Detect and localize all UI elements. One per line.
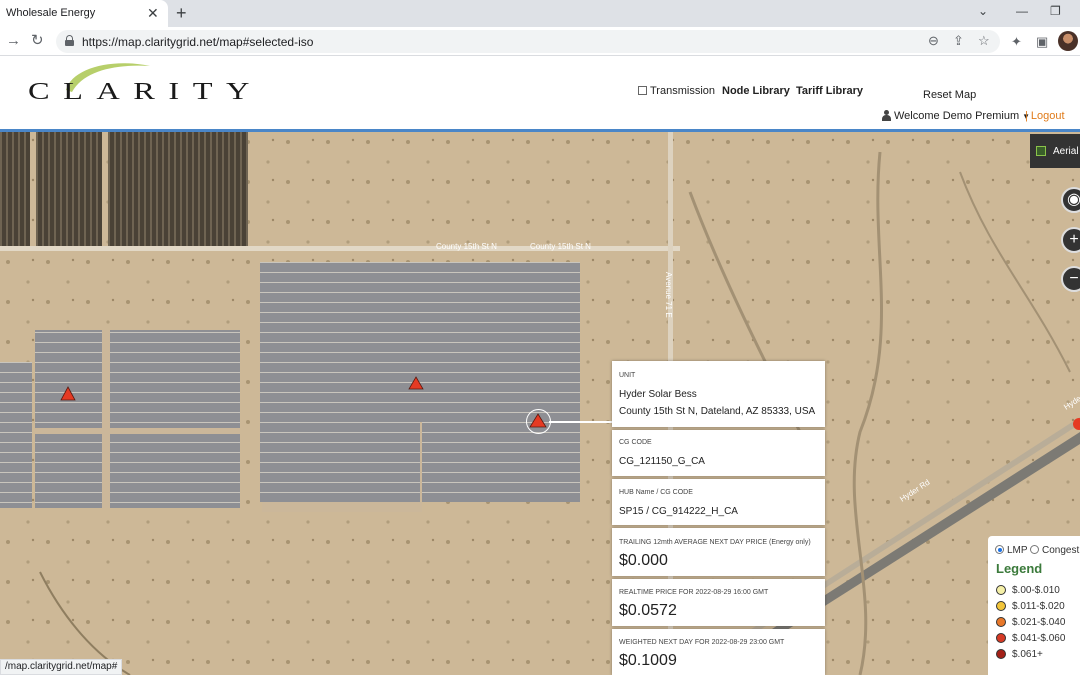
minus-icon: − xyxy=(1069,270,1079,287)
hub-label: HUB Name / CG CODE xyxy=(619,489,693,496)
browser-tab-bar: Wholesale Energy ✕ + ⌄ — ❐ xyxy=(0,0,1080,27)
trailing-price-card: TRAILING 12mth AVERAGE NEXT DAY PRICE (E… xyxy=(612,528,825,576)
legend-title: Legend xyxy=(996,561,1043,576)
weighted-price-card: WEIGHTED NEXT DAY FOR 2022-08-29 23:00 G… xyxy=(612,629,825,675)
clarity-logo[interactable]: CLARITY xyxy=(28,79,263,106)
aerial-toggle[interactable]: Aerial xyxy=(1030,134,1080,168)
url-text[interactable]: https://map.claritygrid.net/map#selected… xyxy=(82,35,313,49)
trailing-price-value: $0.000 xyxy=(619,552,668,569)
aerial-icon xyxy=(1036,146,1046,156)
unit-name: Hyder Solar Bess xyxy=(619,389,697,400)
legend-item-label: $.021-$.040 xyxy=(1012,617,1066,628)
extensions-icon[interactable]: ✦ xyxy=(1011,34,1022,50)
lmp-radio[interactable] xyxy=(995,545,1004,554)
browser-tab[interactable]: Wholesale Energy ✕ xyxy=(0,0,168,27)
close-tab-icon[interactable]: ✕ xyxy=(147,4,159,22)
transmission-checkbox[interactable] xyxy=(638,86,647,95)
road-label: County 15th St N xyxy=(436,242,497,251)
sidepanel-icon[interactable]: ▣ xyxy=(1036,34,1048,50)
user-menu[interactable]: Welcome Demo Premium ▼ xyxy=(894,110,1030,122)
map-canvas[interactable]: County 15th St N County 15th St N Avenue… xyxy=(0,132,1080,675)
congestion-radio[interactable] xyxy=(1030,545,1039,554)
omnibox[interactable]: https://map.claritygrid.net/map#selected… xyxy=(56,30,1000,53)
legend-item-label: $.011-$.020 xyxy=(1012,601,1065,612)
realtime-price-value: $0.0572 xyxy=(619,602,677,619)
cg-code-label: CG CODE xyxy=(619,439,652,446)
back-icon[interactable]: → xyxy=(6,32,21,50)
transmission-label[interactable]: Transmission xyxy=(650,85,715,97)
legend-item-label: $.041-$.060 xyxy=(1012,633,1066,644)
zoom-out-button[interactable]: − xyxy=(1061,266,1080,292)
congestion-label[interactable]: Congest xyxy=(1042,545,1079,556)
welcome-text: Welcome Demo Premium xyxy=(894,110,1020,122)
tab-title: Wholesale Energy xyxy=(6,7,96,19)
legend-item-label: $.061+ xyxy=(1012,649,1043,660)
legend-swatch xyxy=(996,585,1006,595)
weighted-price-value: $0.1009 xyxy=(619,652,677,669)
locate-button[interactable]: ◉ xyxy=(1061,187,1080,213)
profile-avatar[interactable] xyxy=(1058,31,1078,51)
node-library-link[interactable]: Node Library xyxy=(722,85,790,97)
cg-code-card: CG CODE CG_121150_G_CA xyxy=(612,430,825,476)
zoom-icon[interactable]: ⊖ xyxy=(928,33,939,49)
aerial-label: Aerial xyxy=(1053,146,1079,157)
legend-swatch xyxy=(996,617,1006,627)
star-icon[interactable]: ☆ xyxy=(978,33,990,49)
plus-icon: + xyxy=(1069,231,1079,248)
road-label: County 15th St N xyxy=(530,242,591,251)
reset-map-button[interactable]: Reset Map xyxy=(923,89,976,101)
logout-link[interactable]: | Logout xyxy=(1025,110,1065,122)
trailing-price-label: TRAILING 12mth AVERAGE NEXT DAY PRICE (E… xyxy=(619,539,811,546)
road-label: Avenue 71 E xyxy=(664,272,673,318)
legend-swatch xyxy=(996,601,1006,611)
address-toolbar: → ↻ https://map.claritygrid.net/map#sele… xyxy=(0,27,1080,56)
reload-icon[interactable]: ↻ xyxy=(31,32,44,50)
locate-icon: ◉ xyxy=(1067,191,1080,208)
lmp-label[interactable]: LMP xyxy=(1007,545,1028,556)
hub-value: SP15 / CG_914222_H_CA xyxy=(619,506,738,517)
panel-connector xyxy=(549,421,612,423)
unit-label: UNIT xyxy=(619,372,636,379)
status-bar-url: /map.claritygrid.net/map# xyxy=(0,659,123,675)
selected-node-ring xyxy=(526,409,551,434)
lock-icon[interactable] xyxy=(65,35,74,46)
zoom-in-button[interactable]: + xyxy=(1061,227,1080,253)
logout-label[interactable]: Logout xyxy=(1031,110,1065,122)
tariff-library-link[interactable]: Tariff Library xyxy=(796,85,863,97)
tab-search-icon[interactable]: ⌄ xyxy=(978,4,988,18)
legend-item-label: $.00-$.010 xyxy=(1012,585,1060,596)
realtime-price-label: REALTIME PRICE FOR 2022-08-29 16:00 GMT xyxy=(619,589,769,596)
hub-card: HUB Name / CG CODE SP15 / CG_914222_H_CA xyxy=(612,479,825,525)
unit-address: County 15th St N, Dateland, AZ 85333, US… xyxy=(619,406,816,417)
minimize-icon[interactable]: — xyxy=(1016,4,1028,18)
legend-swatch xyxy=(996,633,1006,643)
weighted-price-label: WEIGHTED NEXT DAY FOR 2022-08-29 23:00 G… xyxy=(619,639,785,646)
satellite-map[interactable]: County 15th St N County 15th St N Avenue… xyxy=(0,132,1080,675)
restore-icon[interactable]: ❐ xyxy=(1050,4,1061,18)
user-icon xyxy=(882,110,891,121)
legend-panel: LMP Congest Legend $.00-$.010 $.011-$.02… xyxy=(988,536,1080,675)
new-tab-icon[interactable]: + xyxy=(176,3,187,23)
cg-code-value: CG_121150_G_CA xyxy=(619,456,705,467)
unit-card: UNIT Hyder Solar Bess County 15th St N, … xyxy=(612,361,825,427)
share-icon[interactable]: ⇪ xyxy=(953,33,964,49)
realtime-price-card: REALTIME PRICE FOR 2022-08-29 16:00 GMT … xyxy=(612,579,825,626)
legend-swatch xyxy=(996,649,1006,659)
